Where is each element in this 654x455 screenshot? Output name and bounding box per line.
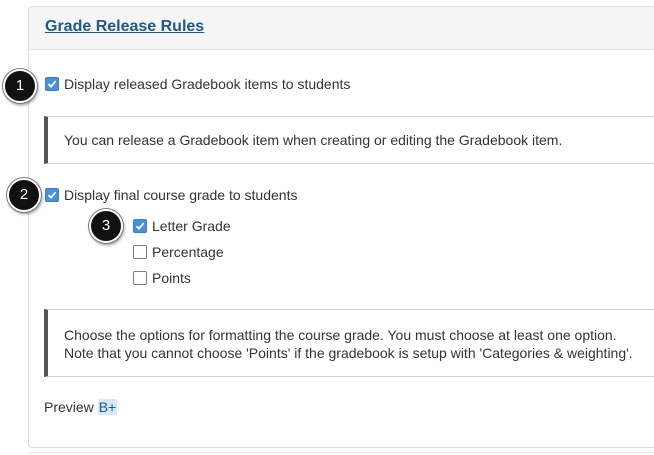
letter-grade-label: Letter Grade — [152, 218, 231, 234]
format-option-points[interactable]: Points — [133, 270, 191, 286]
grade-preview: Preview B+ — [44, 399, 118, 415]
format-option-letter-grade[interactable]: Letter Grade — [133, 218, 231, 234]
preview-value: B+ — [97, 399, 118, 415]
release-note: You can release a Gradebook item when cr… — [44, 116, 654, 164]
callout-marker-2: 2 — [7, 178, 41, 212]
percentage-checkbox[interactable] — [133, 245, 147, 259]
points-label: Points — [152, 270, 191, 286]
final-grade-checkbox[interactable] — [45, 188, 59, 202]
points-checkbox[interactable] — [133, 271, 147, 285]
divider — [28, 452, 654, 453]
checkmark-icon — [47, 191, 57, 199]
panel-header: Grade Release Rules — [29, 7, 654, 50]
format-note-line1: Choose the options for formatting the co… — [64, 327, 617, 343]
checkmark-icon — [135, 222, 145, 230]
percentage-label: Percentage — [152, 244, 224, 260]
release-note-text: You can release a Gradebook item when cr… — [64, 132, 563, 148]
format-note-line2: Note that you cannot choose 'Points' if … — [64, 345, 633, 361]
released-items-label: Display released Gradebook items to stud… — [64, 76, 351, 92]
letter-grade-checkbox[interactable] — [133, 219, 147, 233]
format-option-percentage[interactable]: Percentage — [133, 244, 224, 260]
callout-marker-3: 3 — [89, 209, 123, 243]
format-note: Choose the options for formatting the co… — [44, 309, 654, 377]
checkmark-icon — [47, 80, 57, 88]
preview-label: Preview — [44, 399, 94, 415]
panel-title-link[interactable]: Grade Release Rules — [45, 18, 204, 36]
final-grade-option[interactable]: Display final course grade to students — [45, 187, 297, 203]
callout-marker-1: 1 — [3, 69, 37, 103]
released-items-checkbox[interactable] — [45, 77, 59, 91]
final-grade-label: Display final course grade to students — [64, 187, 298, 203]
released-items-option[interactable]: Display released Gradebook items to stud… — [45, 76, 350, 92]
